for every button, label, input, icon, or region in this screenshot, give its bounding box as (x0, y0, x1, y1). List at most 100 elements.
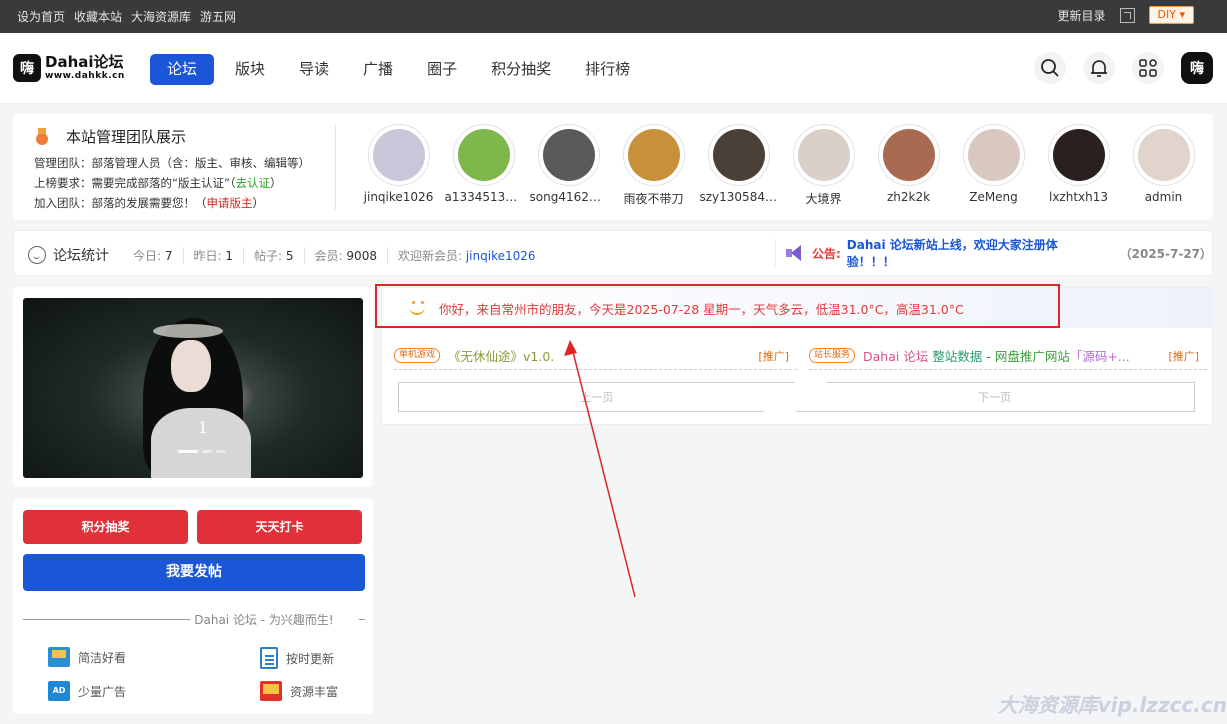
slide-dot-3[interactable] (216, 450, 226, 453)
stat-posts: 帖子: 5 (244, 246, 305, 264)
top-right: 更新目录 DIY ▾ (1058, 6, 1194, 24)
member-name[interactable]: lxzhtxh13 (1040, 190, 1118, 204)
member-item[interactable]: ZeMeng (951, 124, 1036, 207)
diy-label: DIY (1157, 8, 1176, 21)
member-item[interactable]: admin (1121, 124, 1206, 207)
member-avatar[interactable] (622, 124, 685, 186)
member-name[interactable]: admin (1125, 190, 1203, 204)
nav-forum[interactable]: 论坛 (150, 54, 215, 85)
user-avatar[interactable]: 嗨 (1181, 52, 1213, 84)
set-homepage-link[interactable]: 设为首页 (17, 8, 65, 25)
member-avatar[interactable] (367, 124, 430, 186)
member-item[interactable]: jinqike1026 (356, 124, 441, 207)
new-member-link[interactable]: jinqike1026 (466, 249, 536, 263)
team-line-2: 上榜要求：需要完成部落的“版主认证”（去认证） (34, 176, 282, 190)
bell-icon[interactable] (1083, 52, 1115, 84)
member-item[interactable]: lxzhtxh13 (1036, 124, 1121, 207)
nav-guide[interactable]: 导读 (299, 54, 329, 85)
envelope-icon (48, 647, 70, 667)
nav-lottery[interactable]: 积分抽奖 (491, 54, 551, 85)
member-name[interactable]: szy1305845... (700, 190, 778, 204)
prev-page-button[interactable]: 上一页 (398, 382, 795, 412)
member-item[interactable]: a1334513322 (441, 124, 526, 207)
action-panel: 积分抽奖 天天打卡 我要发帖 Dahai 论坛 - 为兴趣而生! 简洁好看 按时… (13, 499, 373, 714)
member-item[interactable]: 大境界 (781, 124, 866, 207)
checkin-button[interactable]: 天天打卡 (197, 510, 362, 544)
member-name[interactable]: ZeMeng (955, 190, 1033, 204)
team-line-1: 管理团队：部落管理人员（含：版主、审核、编辑等） (34, 156, 310, 170)
logo-mark-icon: 嗨 (13, 54, 41, 82)
feature-rich-resources: 资源丰富 (260, 681, 338, 701)
nav-sections[interactable]: 版块 (235, 54, 265, 85)
highlight-box (375, 284, 1060, 328)
watermark: 大海资源库vip.lzzcc.cn (997, 693, 1227, 717)
member-avatar[interactable] (1132, 124, 1195, 186)
member-name[interactable]: 雨夜不带刀 (615, 190, 693, 207)
member-name[interactable]: 大境界 (785, 190, 863, 207)
verify-link[interactable]: 去认证 (236, 176, 271, 190)
main-nav: 论坛 版块 导读 广播 圈子 积分抽奖 排行榜 (150, 54, 664, 85)
slide-dots (178, 450, 226, 453)
announcement: 公告: Dahai 论坛新站上线，欢迎大家注册体验！！！ （2025-7-27） (775, 236, 1212, 270)
apply-moderator-link[interactable]: 申请版主 (207, 196, 253, 210)
recommend-item-2[interactable]: 站长服务 Dahai 论坛 整站数据 - 网盘推广网站「源码+... [推广] (809, 342, 1207, 370)
ad-icon: AD (48, 681, 70, 701)
stat-new-member: 欢迎新会员: jinqike1026 (397, 248, 536, 263)
member-avatar[interactable] (792, 124, 855, 186)
nav-broadcast[interactable]: 广播 (363, 54, 393, 85)
youwu-link[interactable]: 游五网 (200, 8, 236, 25)
member-avatar[interactable] (1047, 124, 1110, 186)
search-icon[interactable] (1034, 52, 1066, 84)
nav-ranking[interactable]: 排行榜 (585, 54, 630, 85)
divider (335, 124, 336, 210)
laptop-icon (260, 681, 282, 701)
apps-icon[interactable] (1132, 52, 1164, 84)
member-item[interactable]: 雨夜不带刀 (611, 124, 696, 207)
member-name[interactable]: a1334513322 (445, 190, 523, 204)
stat-yesterday: 昨日: 1 (184, 246, 245, 264)
bookmark-link[interactable]: 收藏本站 (74, 8, 122, 25)
new-post-button[interactable]: 我要发帖 (23, 554, 365, 591)
next-page-button[interactable]: 下一页 (795, 382, 1195, 412)
stats-title: 论坛统计 (53, 248, 109, 264)
management-team-panel: 本站管理团队展示 管理团队：部落管理人员（含：版主、审核、编辑等） 上榜要求：需… (13, 114, 1213, 220)
recommend-title-1[interactable]: 《无休仙途》v1.0. (448, 346, 554, 365)
stat-members: 会员: 9008 (305, 246, 388, 264)
header-icons: 嗨 (1034, 52, 1213, 84)
member-item[interactable]: song416281... (526, 124, 611, 207)
member-avatar[interactable] (877, 124, 940, 186)
diy-button[interactable]: DIY ▾ (1148, 6, 1194, 24)
member-name[interactable]: song416281... (530, 190, 608, 204)
site-logo[interactable]: 嗨 Dahai论坛 www.dahkk.cn (13, 54, 125, 82)
slide-dot-1[interactable] (178, 450, 198, 453)
tag-single-game: 单机游戏 (394, 348, 441, 363)
megaphone-icon (786, 245, 802, 261)
recommend-item-1[interactable]: 单机游戏 《无休仙途》v1.0. [推广] (394, 342, 797, 370)
nav-circle[interactable]: 圈子 (427, 54, 457, 85)
update-directory-link[interactable]: 更新目录 (1058, 7, 1106, 24)
medal-icon (34, 127, 50, 146)
member-avatar[interactable] (707, 124, 770, 186)
announcement-label: 公告: (811, 246, 841, 261)
member-avatar[interactable] (962, 124, 1025, 186)
slide-dot-2[interactable] (202, 450, 212, 453)
clipboard-icon (260, 647, 278, 669)
recommend-title-2[interactable]: Dahai 论坛 整站数据 - 网盘推广网站「源码+... (863, 346, 1130, 365)
dahai-resource-link[interactable]: 大海资源库 (131, 8, 191, 25)
member-avatar[interactable] (452, 124, 515, 186)
member-item[interactable]: zh2k2k (866, 124, 951, 207)
main-header: 嗨 Dahai论坛 www.dahkk.cn 论坛 版块 导读 广播 圈子 积分… (0, 33, 1227, 104)
member-avatar[interactable] (537, 124, 600, 186)
member-name[interactable]: zh2k2k (870, 190, 948, 204)
fullscreen-icon[interactable] (1119, 7, 1135, 23)
member-name[interactable]: jinqike1026 (360, 190, 438, 204)
smile-icon (28, 246, 46, 264)
lottery-button[interactable]: 积分抽奖 (23, 510, 188, 544)
main-content: 你好，来自常州市的朋友，今天是2025-07-28 星期一，天气多云，低温31.… (375, 284, 1214, 425)
slide-image[interactable]: 1 (23, 298, 363, 478)
announcement-text[interactable]: Dahai 论坛新站上线，欢迎大家注册体验！！！ (847, 236, 1106, 270)
member-list: jinqike1026 a1334513322 song416281... 雨夜不带刀… (356, 124, 1206, 207)
member-item[interactable]: szy1305845... (696, 124, 781, 207)
slogan: Dahai 论坛 - 为兴趣而生! (23, 611, 365, 628)
team-line-3: 加入团队：部落的发展需要您！（申请版主） (34, 196, 264, 210)
